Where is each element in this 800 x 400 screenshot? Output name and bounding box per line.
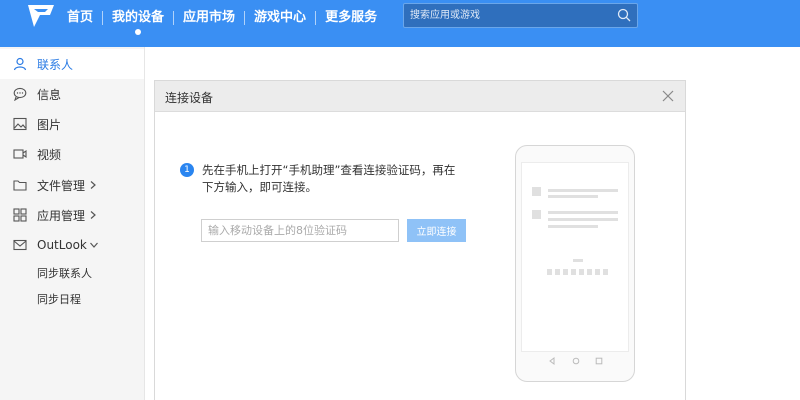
top-bar: 首页 我的设备 应用市场 游戏中心 更多服务 [0, 0, 800, 47]
placeholder-digit [603, 269, 608, 275]
placeholder-digit [555, 269, 560, 275]
sidebar-item-images[interactable]: 图片 [0, 109, 144, 139]
placeholder-digit [547, 269, 552, 275]
mail-icon [13, 239, 27, 251]
sidebar-item-outlook[interactable]: OutLook [0, 230, 144, 260]
placeholder-line [548, 189, 618, 192]
sidebar-item-messages[interactable]: 信息 [0, 79, 144, 109]
active-indicator [135, 29, 142, 35]
main-nav: 首页 我的设备 应用市场 游戏中心 更多服务 [58, 0, 386, 47]
video-icon [13, 149, 27, 159]
contact-icon [13, 57, 27, 71]
sidebar-item-label: 联系人 [37, 57, 74, 72]
placeholder-line [548, 218, 618, 221]
sidebar-item-app-manager[interactable]: 应用管理 [0, 200, 144, 230]
nav-more-services[interactable]: 更多服务 [316, 0, 386, 47]
app-logo-icon[interactable] [26, 1, 56, 31]
dialog-title: 连接设备 [165, 91, 214, 105]
instruction-line: 下方输入，即可连接。 [202, 180, 317, 194]
nav-home[interactable]: 首页 [58, 0, 102, 47]
placeholder-digit [579, 269, 584, 275]
image-icon [13, 117, 27, 131]
sidebar-item-label: OutLook [37, 238, 87, 252]
sidebar-item-label: 信息 [37, 87, 62, 102]
nav-my-devices[interactable]: 我的设备 [103, 0, 173, 47]
chevron-down-icon [90, 242, 98, 248]
sidebar-item-label: 视频 [37, 147, 62, 162]
placeholder-digit [563, 269, 568, 275]
placeholder-block [532, 210, 541, 219]
message-icon [13, 87, 27, 101]
home-icon [572, 357, 580, 365]
back-icon [549, 357, 555, 365]
search-icon[interactable] [617, 8, 631, 22]
placeholder-digit [595, 269, 600, 275]
folder-icon [13, 180, 27, 191]
sidebar-item-label: 应用管理 [37, 208, 86, 223]
sidebar-item-label: 文件管理 [37, 178, 86, 193]
search-box [403, 3, 638, 28]
phone-screen [521, 162, 629, 352]
placeholder-line [573, 259, 583, 262]
sidebar: 联系人 信息 图片 视频 文件管理 应用管理 OutLook 同步联系人 同步日… [0, 47, 145, 400]
nav-app-market[interactable]: 应用市场 [174, 0, 244, 47]
connect-instruction: 先在手机上打开“手机助理”查看连接验证码，再在 下方输入，即可连接。 [202, 162, 487, 196]
sidebar-subitem-label: 同步日程 [37, 293, 81, 306]
sidebar-item-videos[interactable]: 视频 [0, 139, 144, 169]
nav-game-center[interactable]: 游戏中心 [245, 0, 315, 47]
placeholder-block [532, 187, 541, 196]
chevron-right-icon [90, 211, 96, 219]
placeholder-line [548, 195, 598, 198]
placeholder-digit [571, 269, 576, 275]
instruction-line: 先在手机上打开“手机助理”查看连接验证码，再在 [202, 163, 456, 177]
placeholder-line [548, 225, 598, 228]
phone-illustration [515, 145, 635, 382]
verification-code-input[interactable] [201, 219, 399, 242]
sidebar-subitem-sync-contacts[interactable]: 同步联系人 [0, 260, 144, 286]
connect-device-dialog: 连接设备 1 先在手机上打开“手机助理”查看连接验证码，再在 下方输入，即可连接… [154, 80, 686, 400]
placeholder-line [548, 211, 618, 214]
sidebar-item-contacts[interactable]: 联系人 [0, 49, 144, 79]
placeholder-digit [587, 269, 592, 275]
sidebar-item-file-manager[interactable]: 文件管理 [0, 170, 144, 200]
sidebar-subitem-label: 同步联系人 [37, 267, 92, 280]
sidebar-subitem-sync-calendar[interactable]: 同步日程 [0, 286, 144, 312]
sidebar-item-label: 图片 [37, 117, 62, 132]
apps-icon [13, 208, 27, 222]
search-input[interactable] [410, 4, 610, 27]
step-number-badge: 1 [180, 163, 194, 177]
connect-now-button[interactable]: 立即连接 [407, 219, 466, 242]
chevron-right-icon [90, 181, 96, 189]
recent-apps-icon [595, 357, 603, 365]
dialog-header: 连接设备 [155, 81, 685, 112]
close-icon[interactable] [661, 89, 675, 103]
